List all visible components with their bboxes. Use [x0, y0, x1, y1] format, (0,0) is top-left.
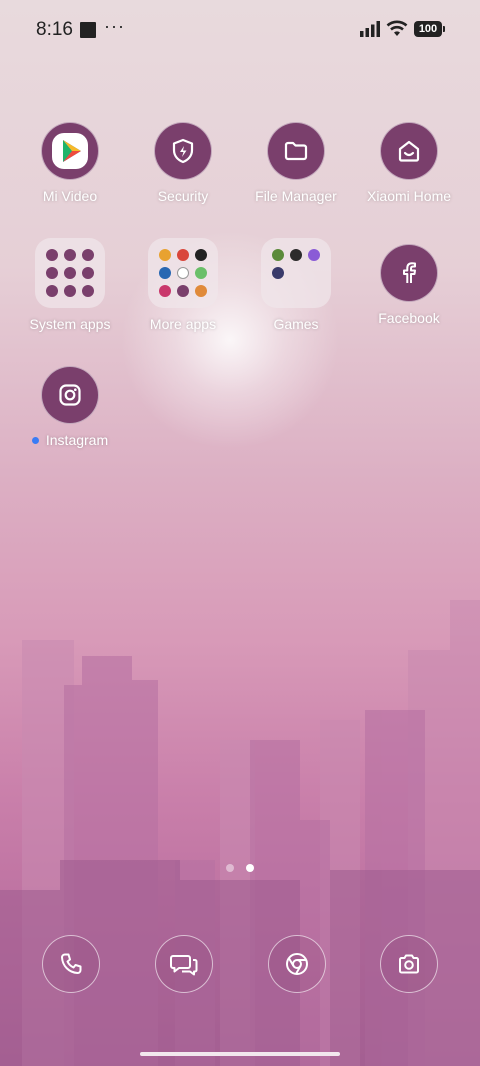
wifi-icon	[386, 20, 408, 36]
app-label: Facebook	[378, 310, 440, 326]
home-smile-icon	[380, 122, 438, 180]
app-label: File Manager	[255, 188, 337, 204]
messages-icon	[170, 955, 198, 976]
chrome-icon	[286, 953, 308, 975]
app-label-row: Instagram	[14, 432, 126, 448]
camera-icon	[399, 954, 419, 974]
battery-cap	[443, 26, 445, 32]
folder-system-apps[interactable]: System apps	[14, 238, 126, 332]
folder-grid-icon	[35, 238, 105, 308]
more-notifications-icon: ···	[104, 16, 125, 36]
signal-icon	[360, 21, 380, 37]
instagram-icon	[41, 366, 99, 424]
folder-grid-icon	[148, 238, 218, 308]
new-install-dot	[31, 437, 39, 444]
page-dot-1[interactable]	[226, 864, 234, 872]
phone-icon	[61, 953, 82, 974]
folder-more-apps[interactable]: More apps	[127, 238, 239, 332]
app-label: Mi Video	[42, 188, 98, 204]
app-label: Instagram	[45, 432, 109, 448]
app-label: Games	[273, 316, 319, 332]
status-bar: 8:16 ··· 100	[0, 0, 480, 60]
folder-icon	[267, 122, 325, 180]
status-time: 8:16	[36, 19, 73, 40]
app-file-manager[interactable]: File Manager	[240, 122, 352, 204]
app-facebook[interactable]: Facebook	[353, 244, 465, 326]
shield-lightning-icon	[154, 122, 212, 180]
dock-camera[interactable]	[380, 935, 438, 993]
app-label: More apps	[149, 316, 217, 332]
home-gesture-bar[interactable]	[140, 1052, 340, 1056]
app-mi-video[interactable]: Mi Video	[14, 122, 126, 204]
folder-grid-icon	[261, 238, 331, 308]
dock-chrome[interactable]	[268, 935, 326, 993]
app-label: Xiaomi Home	[366, 188, 452, 204]
facebook-icon	[380, 244, 438, 302]
battery-icon: 100	[414, 21, 442, 37]
app-security[interactable]: Security	[127, 122, 239, 204]
app-label: Security	[157, 188, 209, 204]
mi-video-icon	[41, 122, 99, 180]
app-label: System apps	[29, 316, 111, 332]
notification-square-icon	[80, 22, 96, 38]
app-xiaomi-home[interactable]: Xiaomi Home	[353, 122, 465, 204]
dock-phone[interactable]	[42, 935, 100, 993]
dock-messages[interactable]	[155, 935, 213, 993]
page-dot-2-active[interactable]	[246, 864, 254, 872]
folder-games[interactable]: Games	[240, 238, 352, 332]
app-instagram[interactable]: Instagram	[14, 366, 126, 448]
